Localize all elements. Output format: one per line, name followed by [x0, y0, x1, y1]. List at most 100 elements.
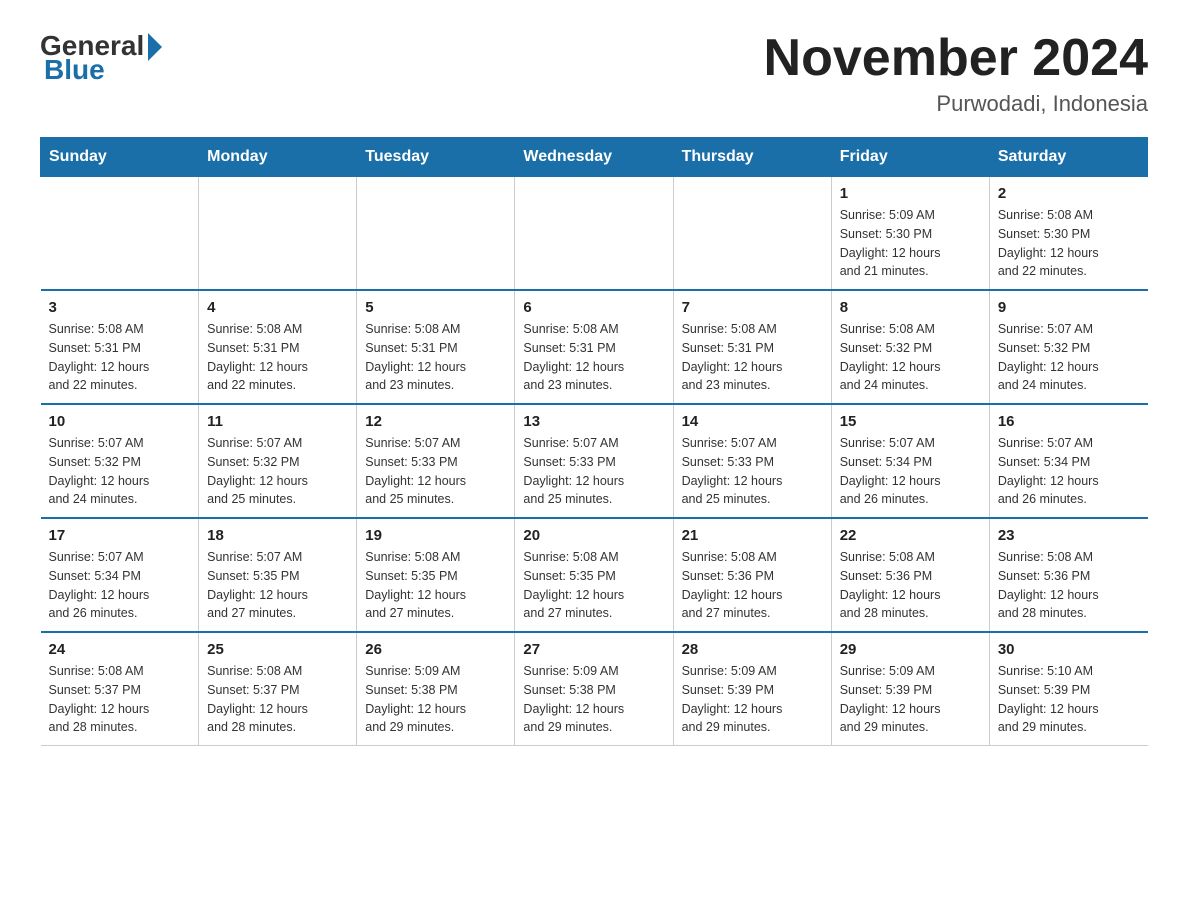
- day-number: 30: [998, 641, 1140, 658]
- day-info: Sunrise: 5:07 AMSunset: 5:33 PMDaylight:…: [365, 434, 506, 509]
- day-number: 29: [840, 641, 981, 658]
- calendar-cell: 21 Sunrise: 5:08 AMSunset: 5:36 PMDayligh…: [673, 518, 831, 632]
- calendar-cell: 11 Sunrise: 5:07 AMSunset: 5:32 PMDayligh…: [199, 404, 357, 518]
- calendar-cell: 18 Sunrise: 5:07 AMSunset: 5:35 PMDayligh…: [199, 518, 357, 632]
- day-number: 12: [365, 413, 506, 430]
- day-info: Sunrise: 5:08 AMSunset: 5:35 PMDaylight:…: [365, 548, 506, 623]
- day-number: 28: [682, 641, 823, 658]
- day-info: Sunrise: 5:08 AMSunset: 5:36 PMDaylight:…: [998, 548, 1140, 623]
- day-info: Sunrise: 5:09 AMSunset: 5:39 PMDaylight:…: [682, 662, 823, 737]
- day-number: 8: [840, 299, 981, 316]
- day-info: Sunrise: 5:07 AMSunset: 5:34 PMDaylight:…: [840, 434, 981, 509]
- day-info: Sunrise: 5:08 AMSunset: 5:37 PMDaylight:…: [49, 662, 191, 737]
- calendar-row: 17 Sunrise: 5:07 AMSunset: 5:34 PMDayligh…: [41, 518, 1148, 632]
- calendar-table: SundayMondayTuesdayWednesdayThursdayFrid…: [40, 137, 1148, 746]
- day-number: 7: [682, 299, 823, 316]
- calendar-row: 1Sunrise: 5:09 AMSunset: 5:30 PMDaylight…: [41, 177, 1148, 291]
- calendar-cell: [673, 177, 831, 291]
- calendar-cell: 4 Sunrise: 5:08 AMSunset: 5:31 PMDaylight…: [199, 290, 357, 404]
- day-number: 1: [840, 185, 981, 202]
- calendar-cell: 23 Sunrise: 5:08 AMSunset: 5:36 PMDayligh…: [989, 518, 1147, 632]
- day-info: Sunrise: 5:07 AMSunset: 5:34 PMDaylight:…: [998, 434, 1140, 509]
- day-number: 17: [49, 527, 191, 544]
- day-info: Sunrise: 5:08 AMSunset: 5:37 PMDaylight:…: [207, 662, 348, 737]
- calendar-cell: 15Sunrise: 5:07 AMSunset: 5:34 PMDayligh…: [831, 404, 989, 518]
- calendar-cell: 5 Sunrise: 5:08 AMSunset: 5:31 PMDaylight…: [357, 290, 515, 404]
- day-number: 20: [523, 527, 664, 544]
- calendar-cell: 26 Sunrise: 5:09 AMSunset: 5:38 PMDayligh…: [357, 632, 515, 746]
- calendar-cell: 22Sunrise: 5:08 AMSunset: 5:36 PMDayligh…: [831, 518, 989, 632]
- day-number: 14: [682, 413, 823, 430]
- weekday-header-monday: Monday: [199, 138, 357, 177]
- page-header: General Blue November 2024 Purwodadi, In…: [40, 30, 1148, 117]
- day-info: Sunrise: 5:08 AMSunset: 5:31 PMDaylight:…: [682, 320, 823, 395]
- day-info: Sunrise: 5:07 AMSunset: 5:34 PMDaylight:…: [49, 548, 191, 623]
- calendar-cell: 27 Sunrise: 5:09 AMSunset: 5:38 PMDayligh…: [515, 632, 673, 746]
- day-info: Sunrise: 5:10 AMSunset: 5:39 PMDaylight:…: [998, 662, 1140, 737]
- day-info: Sunrise: 5:09 AMSunset: 5:39 PMDaylight:…: [840, 662, 981, 737]
- calendar-cell: 29 Sunrise: 5:09 AMSunset: 5:39 PMDayligh…: [831, 632, 989, 746]
- day-number: 23: [998, 527, 1140, 544]
- calendar-cell: 10Sunrise: 5:07 AMSunset: 5:32 PMDayligh…: [41, 404, 199, 518]
- day-info: Sunrise: 5:08 AMSunset: 5:31 PMDaylight:…: [207, 320, 348, 395]
- calendar-cell: 25 Sunrise: 5:08 AMSunset: 5:37 PMDayligh…: [199, 632, 357, 746]
- weekday-header-sunday: Sunday: [41, 138, 199, 177]
- title-block: November 2024 Purwodadi, Indonesia: [764, 30, 1148, 117]
- calendar-cell: 13 Sunrise: 5:07 AMSunset: 5:33 PMDayligh…: [515, 404, 673, 518]
- day-number: 11: [207, 413, 348, 430]
- day-info: Sunrise: 5:09 AMSunset: 5:38 PMDaylight:…: [365, 662, 506, 737]
- calendar-cell: 20Sunrise: 5:08 AMSunset: 5:35 PMDayligh…: [515, 518, 673, 632]
- day-info: Sunrise: 5:08 AMSunset: 5:36 PMDaylight:…: [682, 548, 823, 623]
- calendar-cell: [41, 177, 199, 291]
- calendar-cell: 6 Sunrise: 5:08 AMSunset: 5:31 PMDaylight…: [515, 290, 673, 404]
- logo-arrow-icon: [148, 33, 162, 61]
- day-info: Sunrise: 5:07 AMSunset: 5:35 PMDaylight:…: [207, 548, 348, 623]
- day-number: 26: [365, 641, 506, 658]
- day-number: 22: [840, 527, 981, 544]
- day-number: 10: [49, 413, 191, 430]
- calendar-cell: [199, 177, 357, 291]
- logo-blue-text: Blue: [44, 54, 105, 86]
- calendar-cell: 14 Sunrise: 5:07 AMSunset: 5:33 PMDayligh…: [673, 404, 831, 518]
- weekday-header-thursday: Thursday: [673, 138, 831, 177]
- calendar-cell: 1Sunrise: 5:09 AMSunset: 5:30 PMDaylight…: [831, 177, 989, 291]
- day-number: 19: [365, 527, 506, 544]
- day-info: Sunrise: 5:09 AMSunset: 5:38 PMDaylight:…: [523, 662, 664, 737]
- weekday-header-wednesday: Wednesday: [515, 138, 673, 177]
- day-info: Sunrise: 5:08 AMSunset: 5:31 PMDaylight:…: [49, 320, 191, 395]
- day-info: Sunrise: 5:08 AMSunset: 5:31 PMDaylight:…: [365, 320, 506, 395]
- calendar-cell: 7 Sunrise: 5:08 AMSunset: 5:31 PMDaylight…: [673, 290, 831, 404]
- calendar-cell: [357, 177, 515, 291]
- day-info: Sunrise: 5:08 AMSunset: 5:31 PMDaylight:…: [523, 320, 664, 395]
- calendar-cell: 17 Sunrise: 5:07 AMSunset: 5:34 PMDayligh…: [41, 518, 199, 632]
- day-number: 25: [207, 641, 348, 658]
- calendar-cell: 19 Sunrise: 5:08 AMSunset: 5:35 PMDayligh…: [357, 518, 515, 632]
- day-number: 16: [998, 413, 1140, 430]
- day-info: Sunrise: 5:07 AMSunset: 5:33 PMDaylight:…: [682, 434, 823, 509]
- weekday-header-row: SundayMondayTuesdayWednesdayThursdayFrid…: [41, 138, 1148, 177]
- calendar-cell: 16 Sunrise: 5:07 AMSunset: 5:34 PMDayligh…: [989, 404, 1147, 518]
- day-number: 5: [365, 299, 506, 316]
- calendar-row: 3Sunrise: 5:08 AMSunset: 5:31 PMDaylight…: [41, 290, 1148, 404]
- day-info: Sunrise: 5:07 AMSunset: 5:33 PMDaylight:…: [523, 434, 664, 509]
- day-number: 13: [523, 413, 664, 430]
- month-title: November 2024: [764, 30, 1148, 87]
- day-number: 24: [49, 641, 191, 658]
- calendar-row: 24 Sunrise: 5:08 AMSunset: 5:37 PMDayligh…: [41, 632, 1148, 746]
- weekday-header-friday: Friday: [831, 138, 989, 177]
- calendar-cell: 8Sunrise: 5:08 AMSunset: 5:32 PMDaylight…: [831, 290, 989, 404]
- day-info: Sunrise: 5:07 AMSunset: 5:32 PMDaylight:…: [207, 434, 348, 509]
- weekday-header-saturday: Saturday: [989, 138, 1147, 177]
- location-subtitle: Purwodadi, Indonesia: [764, 91, 1148, 117]
- day-number: 4: [207, 299, 348, 316]
- day-number: 2: [998, 185, 1140, 202]
- weekday-header-tuesday: Tuesday: [357, 138, 515, 177]
- logo: General Blue: [40, 30, 162, 86]
- day-info: Sunrise: 5:08 AMSunset: 5:30 PMDaylight:…: [998, 206, 1140, 281]
- day-number: 18: [207, 527, 348, 544]
- day-number: 21: [682, 527, 823, 544]
- day-number: 27: [523, 641, 664, 658]
- calendar-cell: 30 Sunrise: 5:10 AMSunset: 5:39 PMDayligh…: [989, 632, 1147, 746]
- day-info: Sunrise: 5:07 AMSunset: 5:32 PMDaylight:…: [998, 320, 1140, 395]
- day-number: 6: [523, 299, 664, 316]
